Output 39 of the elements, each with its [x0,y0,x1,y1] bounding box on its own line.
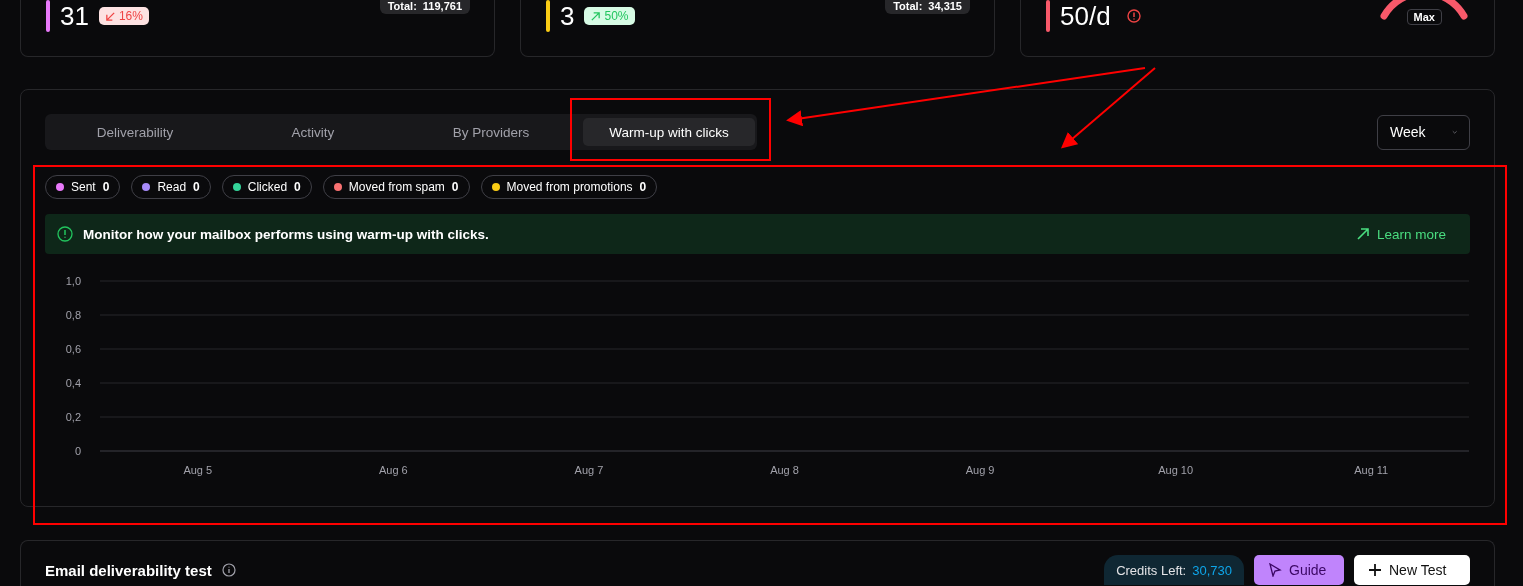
arrow-icon [590,10,602,22]
cursor-icon [1268,563,1282,577]
total-label: Total: 34,315 [885,0,970,14]
credits-badge: Credits Left: 30,730 [1104,555,1244,585]
axis-label: 0,2 [65,411,81,423]
arrow-icon [104,10,116,22]
plus-icon [1368,563,1382,577]
new-test-button[interactable]: New Test [1354,555,1470,585]
trend-badge: 16% [98,7,149,25]
tab[interactable]: Activity [227,118,399,146]
total-label: Total: 119,761 [379,0,470,14]
mode-label: Max [1406,9,1442,25]
stat-value: 3 [560,1,575,31]
trend-badge: 50% [584,7,635,25]
tab[interactable]: Deliverability [49,118,221,146]
axis-label: 1,0 [65,275,81,287]
arrow-icon [1355,227,1370,241]
tab[interactable]: By Providers [405,118,577,146]
period-dropdown[interactable]: Week [1377,114,1470,150]
tab[interactable]: Warm-up with clicks [583,118,755,146]
axis-label: Aug 9 [965,464,995,476]
axis-label: Aug 5 [183,464,213,476]
info-icon [221,563,236,577]
guide-button[interactable]: Guide [1254,555,1344,585]
info-icon [57,226,73,242]
axis-label: Aug 10 [1158,464,1194,476]
axis-label: Aug 7 [574,464,604,476]
axis-label: 0 [74,445,81,457]
notice-text: Monitor how your mailbox performs using warm-up with clicks. [83,226,490,242]
axis-label: Aug 8 [770,464,799,476]
section-title: Email deliverability test [45,561,212,579]
axis-label: Aug 6 [379,464,408,476]
axis-label: Aug 11 [1354,464,1389,476]
learn-more-link[interactable]: Learn more [1355,226,1446,242]
axis-label: 0,6 [65,343,81,355]
stat-value: 31 [60,1,89,31]
stat-value: 50/d [1060,1,1111,31]
axis-label: 0,4 [65,377,81,389]
axis-label: 0,8 [65,309,81,321]
